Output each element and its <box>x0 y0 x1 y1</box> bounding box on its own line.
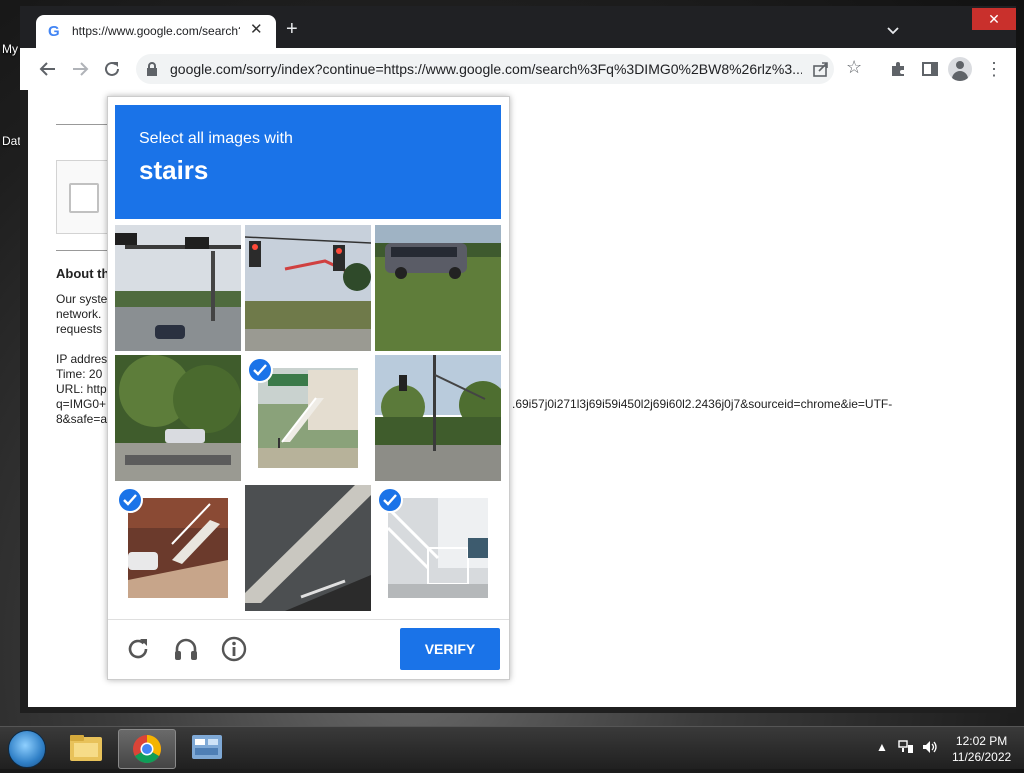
selected-check-icon <box>247 357 273 383</box>
road-curb-image <box>245 485 371 611</box>
time-line: Time: 20 <box>56 367 103 381</box>
url-text[interactable]: google.com/sorry/index?continue=https://… <box>170 61 802 77</box>
tab-strip: G https://www.google.com/search? ✕ + ✕ <box>20 6 1016 48</box>
extensions-puzzle-icon[interactable] <box>886 57 910 81</box>
verify-button[interactable]: VERIFY <box>400 628 500 670</box>
browser-tab[interactable]: G https://www.google.com/search? ✕ <box>36 15 276 48</box>
challenge-header: Select all images with stairs <box>115 105 501 219</box>
divider <box>56 250 108 251</box>
tab-close-icon[interactable]: ✕ <box>250 20 263 38</box>
traffic-light-crane-image <box>245 225 371 351</box>
window-close-button[interactable]: ✕ <box>972 8 1016 30</box>
street-trees-image <box>375 355 501 481</box>
image-grid <box>115 225 501 611</box>
more-menu-icon[interactable]: ⋮ <box>982 57 1006 81</box>
side-panel-icon[interactable] <box>918 57 942 81</box>
taskbar: ▲ 12:02 PM 11/26/2022 <box>0 726 1024 769</box>
image-tile-2[interactable] <box>245 225 371 351</box>
lock-icon[interactable] <box>146 62 158 81</box>
start-button-icon[interactable] <box>8 730 46 768</box>
new-tab-button[interactable]: + <box>286 19 298 39</box>
house-stairs-image <box>258 368 358 468</box>
file-explorer-taskbar-icon[interactable] <box>58 729 114 767</box>
recaptcha-checkbox[interactable] <box>69 183 99 213</box>
url-tail-text: .69i57j0i271l3j69i59i450l2j69i60l2.2436j… <box>512 397 893 411</box>
van-on-grass-image <box>375 225 501 351</box>
browser-toolbar: google.com/sorry/index?continue=https://… <box>20 48 1016 90</box>
reload-icon[interactable] <box>100 57 124 81</box>
para-line: requests <box>56 322 103 336</box>
desktop-label-my[interactable]: My <box>2 42 18 56</box>
clock-date: 11/26/2022 <box>952 750 1012 764</box>
audio-challenge-headphones-icon[interactable] <box>172 635 200 663</box>
bookmark-star-icon[interactable]: ☆ <box>846 57 862 78</box>
image-tile-1[interactable] <box>115 225 241 351</box>
image-tile-6[interactable] <box>375 355 501 481</box>
share-icon[interactable] <box>812 58 830 82</box>
desktop-label-dat[interactable]: Dat <box>2 134 21 148</box>
image-tile-7[interactable] <box>115 485 241 611</box>
white-stairs-railing-image <box>388 498 488 598</box>
address-bar[interactable]: google.com/sorry/index?continue=https://… <box>136 54 834 84</box>
back-arrow-icon[interactable] <box>36 57 60 81</box>
forward-arrow-icon[interactable] <box>68 57 92 81</box>
volume-icon[interactable] <box>922 740 938 757</box>
show-hidden-icons-icon[interactable]: ▲ <box>876 740 888 754</box>
tree-cars-image <box>115 355 241 481</box>
url-query-line: q=IMG0+ <box>56 397 107 411</box>
recaptcha-challenge: Select all images with stairs VERIFY <box>107 96 510 680</box>
network-icon[interactable] <box>898 740 914 757</box>
challenge-instruction: Select all images with <box>139 130 293 147</box>
control-panel-taskbar-icon[interactable] <box>178 729 234 767</box>
clock-time: 12:02 PM <box>955 734 1008 748</box>
selected-check-icon <box>377 487 403 513</box>
google-favicon-icon: G <box>48 23 60 40</box>
street-intersection-image <box>115 225 241 351</box>
image-tile-3[interactable] <box>375 225 501 351</box>
reload-challenge-icon[interactable] <box>124 635 152 663</box>
tab-search-chevron-icon[interactable] <box>886 23 900 41</box>
help-info-icon[interactable] <box>220 635 248 663</box>
tab-title: https://www.google.com/search? <box>72 24 240 38</box>
url-line: URL: http <box>56 382 107 396</box>
para-line: network. <box>56 307 102 321</box>
para-line: Our syste <box>56 292 108 306</box>
divider <box>56 124 108 125</box>
image-tile-9[interactable] <box>375 485 501 611</box>
ip-address-line: IP addres <box>56 352 108 366</box>
footer-divider <box>108 619 509 620</box>
outdoor-stairs-red-image <box>128 498 228 598</box>
selected-check-icon <box>117 487 143 513</box>
profile-avatar-icon[interactable] <box>948 57 972 81</box>
image-tile-8[interactable] <box>245 485 371 611</box>
url-safe-line: 8&safe=a <box>56 412 108 426</box>
chrome-taskbar-icon[interactable] <box>118 729 176 769</box>
image-tile-4[interactable] <box>115 355 241 481</box>
taskbar-clock[interactable]: 12:02 PM 11/26/2022 <box>952 733 1011 765</box>
image-tile-5[interactable] <box>245 355 371 481</box>
about-heading: About th <box>56 266 110 281</box>
challenge-object: stairs <box>139 155 209 185</box>
